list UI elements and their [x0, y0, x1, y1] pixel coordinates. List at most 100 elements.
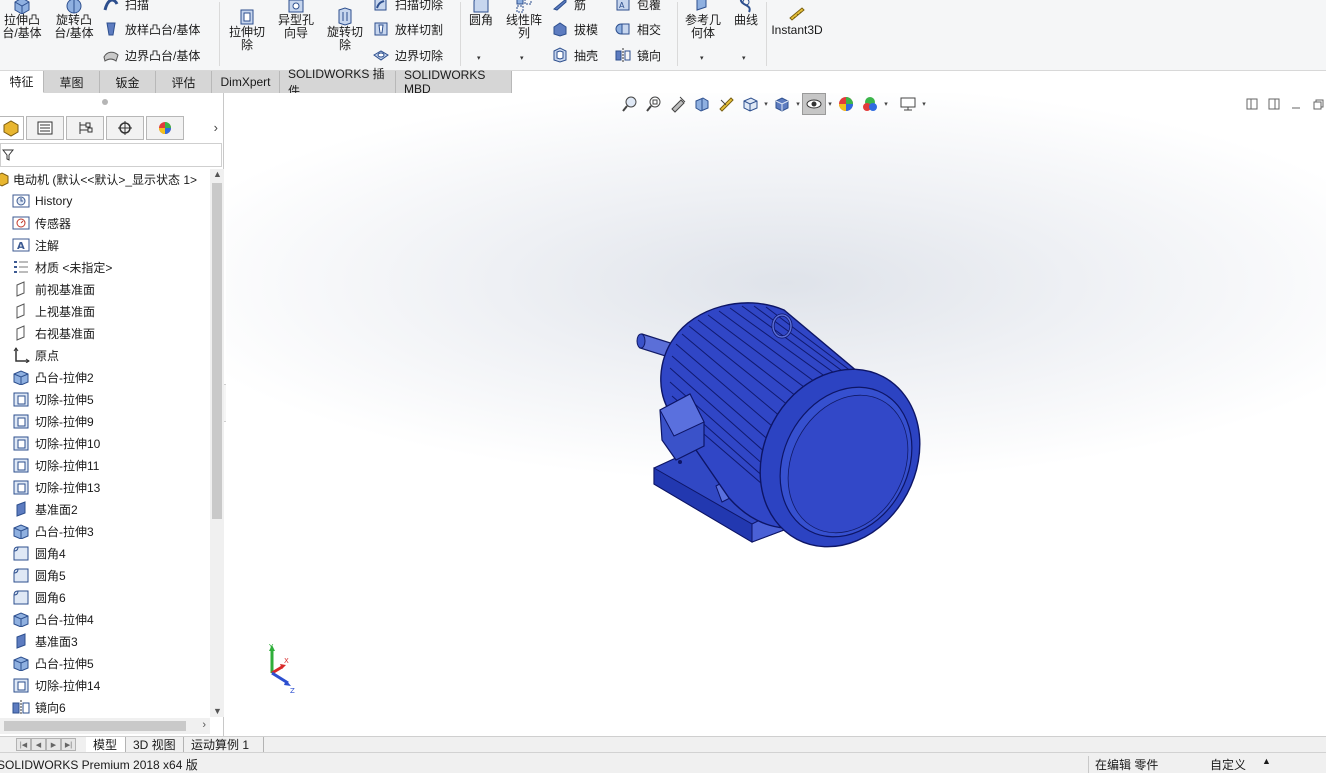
tree-item[interactable]: 上视基准面: [12, 301, 95, 321]
extrude-cut-button[interactable]: 拉伸切 除: [225, 6, 269, 52]
tab-configuration-manager[interactable]: [66, 116, 104, 140]
apply-scene-dropdown-icon[interactable]: ▾: [882, 100, 890, 108]
hole-wizard-button[interactable]: 异型孔 向导: [274, 0, 318, 40]
tree-item[interactable]: 切除-拉伸14: [12, 675, 100, 695]
linear-pattern-button[interactable]: 线性阵 列: [502, 0, 546, 40]
tree-filter[interactable]: [0, 143, 222, 167]
edit-appearance-button[interactable]: [834, 93, 858, 115]
tile-right-icon[interactable]: [1268, 98, 1280, 110]
tree-item[interactable]: 圆角4: [12, 543, 66, 563]
tab-dimxpert-manager[interactable]: [106, 116, 144, 140]
tile-left-icon[interactable]: [1246, 98, 1258, 110]
tree-item[interactable]: 圆角6: [12, 587, 66, 607]
tab-motion-study[interactable]: 运动算例 1: [184, 736, 264, 753]
fillet-dropdown-icon[interactable]: ▾: [477, 54, 481, 62]
restore-icon[interactable]: [1312, 98, 1324, 110]
linear-pattern-dropdown-icon[interactable]: ▾: [520, 54, 524, 62]
tree-item[interactable]: 前视基准面: [12, 279, 95, 299]
status-custom-units[interactable]: 自定义: [1210, 756, 1246, 773]
chevron-right-icon[interactable]: ›: [214, 120, 218, 135]
curves-button[interactable]: 曲线: [728, 0, 764, 27]
tree-item[interactable]: 圆角5: [12, 565, 66, 585]
tree-item[interactable]: 切除-拉伸5: [12, 389, 94, 409]
tree-item[interactable]: 基准面3: [12, 631, 78, 651]
tree-item[interactable]: 右视基准面: [12, 323, 95, 343]
tree-root-part[interactable]: 电动机 (默认<<默认>_显示状态 1>: [0, 169, 197, 189]
display-style-button[interactable]: [770, 93, 794, 115]
reference-geometry-dropdown-icon[interactable]: ▾: [700, 54, 704, 62]
dynamic-annotation-button[interactable]: [714, 93, 738, 115]
scrollbar-thumb[interactable]: [4, 721, 186, 731]
mirror-button[interactable]: 镜向: [614, 46, 661, 64]
boundary-boss-button[interactable]: 边界凸台/基体: [102, 46, 200, 64]
rib-button[interactable]: 筋: [551, 0, 586, 13]
tree-item[interactable]: 凸台-拉伸3: [12, 521, 94, 541]
revolve-cut-button[interactable]: 旋转切 除: [323, 6, 367, 52]
tab-solidworks-mbd[interactable]: SOLIDWORKS MBD: [396, 68, 512, 96]
draft-button[interactable]: 拔模: [551, 20, 598, 38]
panel-grip-handle[interactable]: [102, 99, 108, 105]
previous-view-button[interactable]: [666, 93, 690, 115]
view-orientation-dropdown-icon[interactable]: ▾: [762, 100, 770, 108]
scrollbar-thumb[interactable]: [212, 183, 222, 519]
view-settings-dropdown-icon[interactable]: ▾: [920, 100, 928, 108]
fillet-button[interactable]: 圆角: [462, 0, 500, 27]
boundary-cut-button[interactable]: 边界切除: [372, 46, 443, 64]
motor-3d-model[interactable]: [634, 298, 934, 558]
hide-show-items-button[interactable]: [802, 93, 826, 115]
view-settings-button[interactable]: [896, 93, 920, 115]
tab-sketch[interactable]: 草图: [44, 71, 100, 93]
tree-item[interactable]: A 注解: [12, 235, 59, 255]
tab-3d-views[interactable]: 3D 视图: [126, 736, 184, 753]
scroll-right-icon[interactable]: ›: [202, 719, 206, 731]
tab-evaluate[interactable]: 评估: [156, 71, 212, 93]
tree-item[interactable]: 凸台-拉伸5: [12, 653, 94, 673]
first-tab-icon[interactable]: |◀: [16, 738, 31, 751]
curves-dropdown-icon[interactable]: ▾: [742, 54, 746, 62]
reference-geometry-button[interactable]: 参考几 何体: [680, 0, 726, 40]
view-orientation-button[interactable]: [738, 93, 762, 115]
last-tab-icon[interactable]: ▶|: [61, 738, 76, 751]
tree-item[interactable]: 材质 <未指定>: [12, 257, 112, 277]
tree-item[interactable]: 传感器: [12, 213, 71, 233]
tree-item[interactable]: 基准面2: [12, 499, 78, 519]
zoom-area-button[interactable]: [642, 93, 666, 115]
display-style-dropdown-icon[interactable]: ▾: [794, 100, 802, 108]
shell-button[interactable]: 抽壳: [551, 46, 598, 64]
graphics-area[interactable]: ▾ ▾ ▾ ▾ ▾ Y X Z: [226, 93, 1326, 736]
tab-sheet-metal[interactable]: 钣金: [100, 71, 156, 93]
hide-show-dropdown-icon[interactable]: ▾: [826, 100, 834, 108]
loft-boss-button[interactable]: 放样凸台/基体: [102, 20, 200, 38]
tree-vertical-scrollbar[interactable]: ▲ ▼: [210, 169, 224, 717]
chevron-up-icon[interactable]: ▲: [1262, 756, 1271, 766]
tree-item[interactable]: 切除-拉伸11: [12, 455, 99, 475]
scroll-up-icon[interactable]: ▲: [213, 169, 222, 179]
extrude-boss-button[interactable]: 拉伸凸 台/基体: [0, 0, 44, 40]
previous-tab-icon[interactable]: ◀: [31, 738, 46, 751]
sweep-cut-button[interactable]: 扫描切除: [372, 0, 443, 13]
tree-item[interactable]: 原点: [12, 345, 59, 365]
tree-item[interactable]: 切除-拉伸10: [12, 433, 100, 453]
scroll-down-icon[interactable]: ▼: [213, 706, 222, 716]
tree-horizontal-scrollbar[interactable]: ›: [0, 718, 210, 734]
tab-property-manager[interactable]: [26, 116, 64, 140]
revolve-boss-button[interactable]: 旋转凸 台/基体: [52, 0, 96, 40]
apply-scene-button[interactable]: [858, 93, 882, 115]
zoom-to-fit-button[interactable]: [618, 93, 642, 115]
tab-features[interactable]: 特征: [0, 71, 44, 93]
tab-feature-manager[interactable]: [0, 116, 24, 140]
sweep-button[interactable]: 扫描: [102, 0, 149, 13]
wrap-button[interactable]: A 包覆: [614, 0, 661, 13]
tree-item[interactable]: 切除-拉伸13: [12, 477, 100, 497]
tab-display-manager[interactable]: [146, 116, 184, 140]
tree-item[interactable]: 凸台-拉伸2: [12, 367, 94, 387]
tree-item[interactable]: 镜向6: [12, 697, 66, 717]
intersect-button[interactable]: 相交: [614, 20, 661, 38]
section-view-button[interactable]: [690, 93, 714, 115]
loft-cut-button[interactable]: 放样切割: [372, 20, 443, 38]
tab-solidworks-addins[interactable]: SOLIDWORKS 插件: [280, 67, 396, 98]
tree-item[interactable]: History: [12, 191, 72, 211]
tree-item[interactable]: 凸台-拉伸4: [12, 609, 94, 629]
tab-model[interactable]: 模型: [86, 736, 126, 753]
tab-dimxpert[interactable]: DimXpert: [212, 71, 280, 93]
